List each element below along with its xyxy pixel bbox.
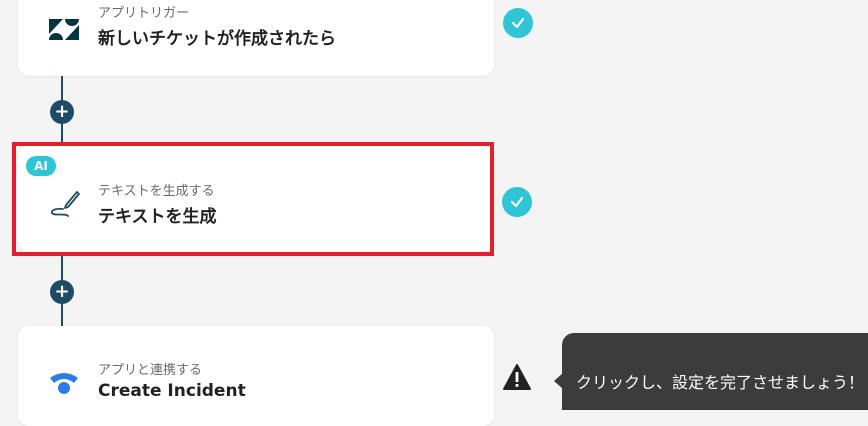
add-step-button[interactable]: + xyxy=(50,100,74,124)
warning-icon xyxy=(503,364,531,390)
setup-tooltip: クリックし、設定を完了させましょう！ xyxy=(554,333,868,410)
step-subtitle: アプリと連携する xyxy=(98,363,203,378)
step-title: Create Incident xyxy=(98,381,246,401)
step-card-app-trigger[interactable]: アプリトリガー 新しいチケットが作成されたら xyxy=(18,0,494,76)
step-title: 新しいチケットが作成されたら xyxy=(98,29,336,49)
completed-check-icon xyxy=(502,187,532,217)
highlight-box xyxy=(12,142,494,256)
zendesk-logo-icon xyxy=(49,19,79,40)
completed-check-icon xyxy=(503,8,533,38)
ai-badge: AI xyxy=(26,156,56,176)
step-subtitle: アプリトリガー xyxy=(98,6,190,21)
add-step-button[interactable]: + xyxy=(50,280,74,304)
tooltip-text: クリックし、設定を完了させましょう！ xyxy=(576,373,865,392)
step-card-app-action[interactable]: アプリと連携する Create Incident xyxy=(18,326,494,426)
statuspage-logo-icon xyxy=(50,373,78,394)
